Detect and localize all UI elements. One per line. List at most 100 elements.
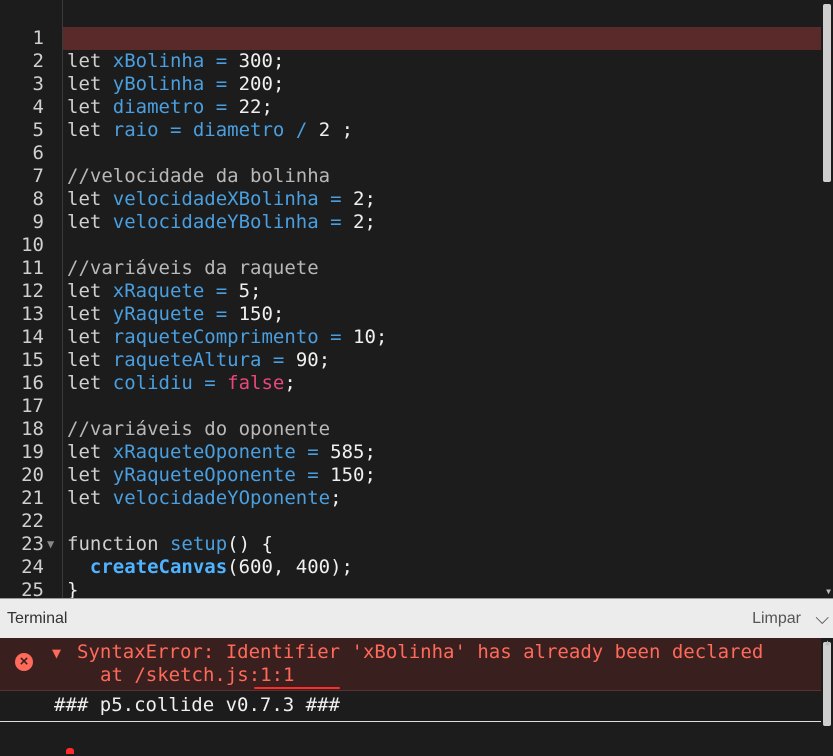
code-editor[interactable]: 1 2 3 4 5 6 7 8 9 10 11 12 13 14 15 16 17 18 19 20 21 22 23 ▼ 24… [0, 0, 833, 598]
line-number: 19 [21, 441, 44, 463]
code-line[interactable] [67, 510, 821, 533]
code-line[interactable]: let raio = diametro / 2 ; [67, 119, 821, 142]
line-number: 11 [21, 257, 44, 279]
code-token: = [295, 464, 331, 486]
code-token: 10; [353, 326, 388, 348]
code-token: / [284, 119, 319, 141]
code-line[interactable] [67, 234, 821, 257]
expand-triangle-icon[interactable]: ▼ [52, 644, 61, 662]
code-token: = [295, 441, 331, 463]
code-token: 90; [295, 349, 331, 371]
line-number: 21 [21, 487, 44, 509]
code-token: xRaqueteOponente [112, 441, 296, 463]
code-line[interactable] [67, 395, 821, 418]
terminal-panel: Terminal Limpar ⌵ × ▼ SyntaxError: Ident… [0, 598, 833, 756]
line-number: 20 [21, 464, 44, 486]
code-token: false [227, 372, 285, 394]
error-message-row[interactable]: × ▼ SyntaxError: Identifier 'xBolinha' h… [0, 638, 833, 691]
code-token: velocidadeXBolinha [112, 188, 319, 210]
chevron-down-icon[interactable]: ⌵ [815, 608, 829, 629]
code-line[interactable] [67, 27, 821, 50]
code-line[interactable]: function setup() { [67, 533, 821, 556]
scroll-down-arrow-icon[interactable]: ▼ [826, 587, 831, 596]
code-token: = [261, 349, 296, 371]
clear-console-button[interactable]: Limpar [752, 610, 801, 628]
code-line[interactable] [67, 142, 821, 165]
code-token: raio [112, 119, 159, 141]
code-area[interactable]: let xBolinha = 300; let yBolinha = 200; le… [63, 0, 821, 598]
code-token: let [67, 326, 113, 348]
code-token: ; [330, 487, 342, 509]
code-token: = [318, 188, 353, 210]
code-token: yRaquete [112, 303, 205, 325]
code-line[interactable]: let yBolinha = 200; [67, 73, 821, 96]
code-token: xBolinha [112, 50, 205, 72]
error-location-link[interactable]: at /sketch.js:1:1 [100, 664, 294, 687]
line-number: 16 [21, 372, 44, 394]
scroll-up-arrow-icon[interactable]: ▲ [825, 638, 830, 647]
line-number: 2 [32, 50, 44, 72]
code-token: let [67, 303, 113, 325]
code-line[interactable]: //velocidade da bolinha [67, 165, 821, 188]
code-line[interactable]: createCanvas(600, 400); [67, 556, 821, 579]
terminal-scrollbar-thumb[interactable] [823, 642, 831, 726]
code-line[interactable]: let raqueteAltura = 90; [67, 349, 821, 372]
code-token: = [318, 326, 353, 348]
code-token: 5; [238, 280, 262, 302]
code-line[interactable]: //variáveis do oponente [67, 418, 821, 441]
editor-scrollbar[interactable]: ▼ [821, 0, 833, 598]
code-token: let [67, 441, 113, 463]
line-number: 4 [32, 96, 44, 118]
code-token: 22 [238, 96, 262, 118]
code-token: = [204, 50, 239, 72]
code-line[interactable]: } [67, 579, 821, 598]
code-line[interactable]: let velocidadeXBolinha = 2; [67, 188, 821, 211]
code-token: 2; [353, 188, 376, 210]
code-token: raqueteAltura [112, 349, 262, 371]
code-line[interactable]: let xBolinha = 300; [67, 50, 821, 73]
line-number: 22 [21, 510, 44, 532]
line-number: 1 [32, 27, 44, 49]
terminal-title: Terminal [7, 610, 68, 627]
code-token: xRaquete [112, 280, 205, 302]
code-token: velocidadeYOponente [112, 487, 331, 509]
code-token: = [204, 73, 239, 95]
code-line[interactable]: let colidiu = false; [67, 372, 821, 395]
code-line[interactable]: let diametro = 22; [67, 96, 821, 119]
code-line[interactable]: let xRaqueteOponente = 585; [67, 441, 821, 464]
code-token: 300 [238, 50, 273, 72]
code-token: let [67, 96, 113, 118]
partial-annotation-mark [66, 748, 74, 754]
code-token: let [67, 188, 113, 210]
line-number: 14 [21, 326, 44, 348]
code-token: let [67, 50, 113, 72]
line-number: 10 [21, 234, 44, 256]
terminal-scrollbar[interactable]: ▲ [821, 638, 833, 756]
code-token: (600, 400); [227, 556, 354, 578]
code-token: colidiu [112, 372, 193, 394]
code-token: diametro [112, 96, 205, 118]
terminal-header: Terminal Limpar ⌵ [0, 598, 833, 639]
line-number: 8 [32, 188, 44, 210]
code-token: yBolinha [112, 73, 205, 95]
error-icon: × [15, 653, 33, 671]
line-number: 5 [32, 119, 44, 141]
code-line[interactable]: let velocidadeYOponente; [67, 487, 821, 510]
log-message-row: ### p5.collide v0.7.3 ### [0, 691, 833, 722]
code-token: let [67, 464, 113, 486]
code-token: 150; [238, 303, 285, 325]
code-token: //variáveis da raquete [67, 257, 319, 279]
fold-toggle-icon[interactable]: ▼ [47, 533, 54, 556]
line-number: 12 [21, 280, 44, 302]
editor-scrollbar-thumb[interactable] [823, 4, 831, 182]
code-line[interactable]: //variáveis da raquete [67, 257, 821, 280]
code-line[interactable]: let yRaqueteOponente = 150; [67, 464, 821, 487]
line-number: 13 [21, 303, 44, 325]
code-line[interactable]: let yRaquete = 150; [67, 303, 821, 326]
code-token: = [158, 119, 193, 141]
code-line[interactable]: let velocidadeYBolinha = 2; [67, 211, 821, 234]
code-line[interactable]: let raqueteComprimento = 10; [67, 326, 821, 349]
code-token: = [318, 211, 353, 233]
code-token: 585; [330, 441, 376, 463]
code-line[interactable]: let xRaquete = 5; [67, 280, 821, 303]
